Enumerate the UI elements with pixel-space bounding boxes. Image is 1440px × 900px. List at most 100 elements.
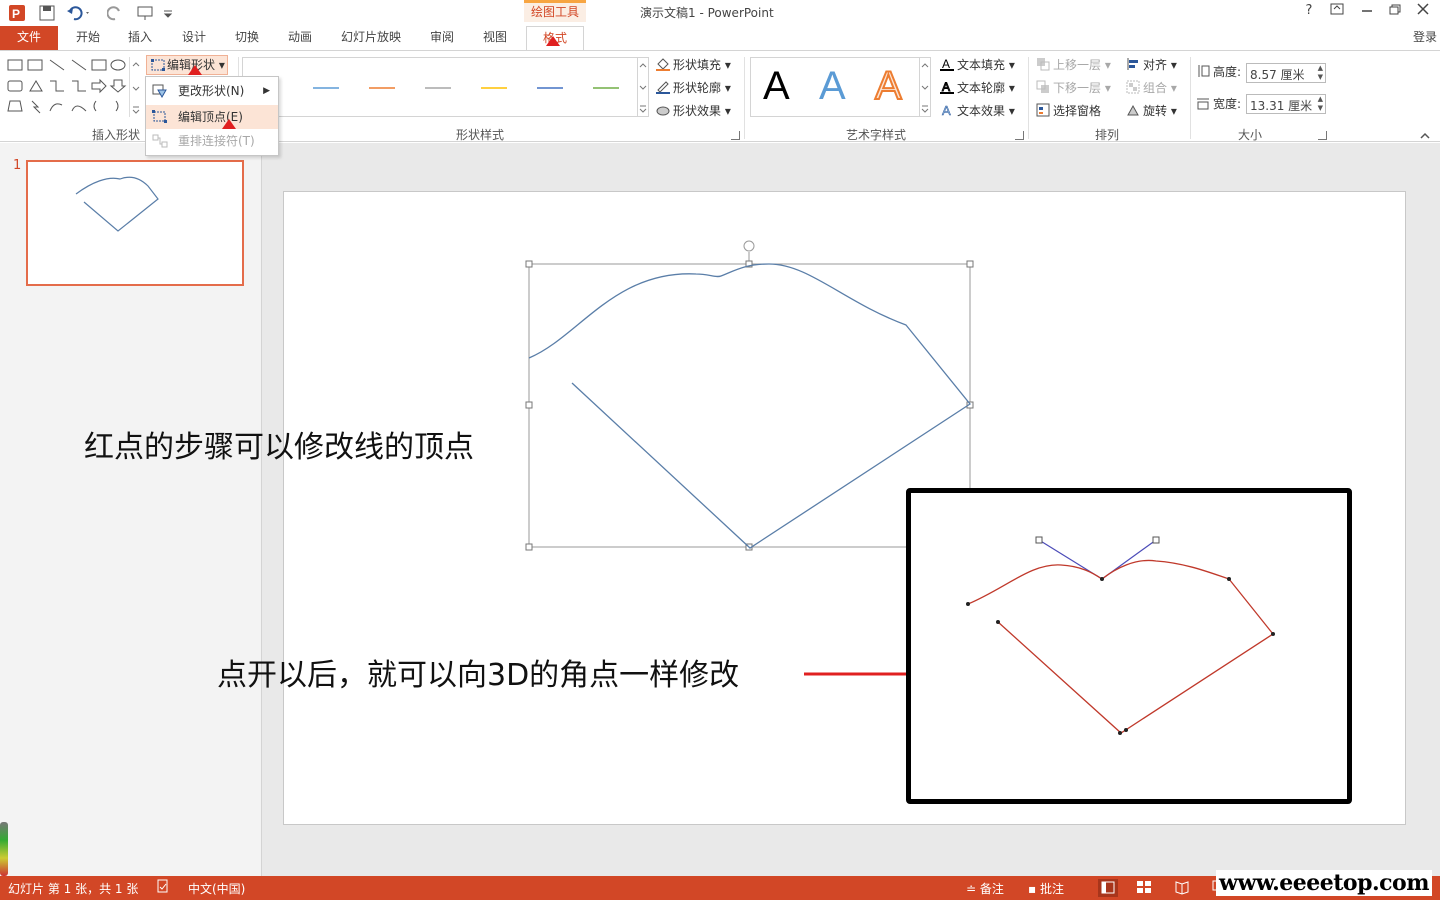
height-label-text: 高度: bbox=[1213, 65, 1242, 79]
tab-home[interactable]: 开始 bbox=[66, 26, 110, 50]
send-backward-button[interactable]: 下移一层 ▾ bbox=[1036, 79, 1111, 97]
comments-label: 批注 bbox=[1039, 882, 1064, 896]
shape-styles-gallery[interactable] bbox=[242, 57, 638, 117]
change-shape-label: 更改形状(N) bbox=[178, 84, 245, 98]
powerpoint-logo-icon: P bbox=[6, 3, 28, 23]
edit-shape-label: 编辑形状 bbox=[167, 58, 216, 72]
menu-change-shape[interactable]: 更改形状(N) ▶ bbox=[146, 79, 278, 103]
rotate-label: 旋转 bbox=[1143, 104, 1168, 118]
tab-design[interactable]: 设计 bbox=[172, 26, 216, 50]
line-style-swatches bbox=[313, 87, 619, 89]
slide-number: 1 bbox=[13, 158, 22, 173]
text-effects-icon: A bbox=[942, 103, 952, 117]
watermark-text: www.eeeetop.com bbox=[1216, 870, 1432, 896]
close-icon[interactable] bbox=[1412, 3, 1434, 21]
slideshow-start-icon[interactable] bbox=[134, 3, 158, 23]
shape-styles-launcher-icon[interactable] bbox=[731, 131, 740, 140]
wordart-style-black[interactable]: A bbox=[763, 64, 790, 109]
text-outline-button[interactable]: A 文本轮廓 ▾ bbox=[940, 79, 1015, 97]
send-backward-label: 下移一层 bbox=[1053, 81, 1102, 95]
slide-thumbnail[interactable] bbox=[26, 160, 244, 286]
ribbon-display-options-icon[interactable] bbox=[1326, 3, 1348, 21]
text-effects-label: 文本效果 bbox=[957, 104, 1006, 118]
svg-text:P: P bbox=[12, 7, 20, 21]
size-launcher-icon[interactable] bbox=[1318, 131, 1327, 140]
group-label: 组合 bbox=[1143, 81, 1168, 95]
bring-forward-label: 上移一层 bbox=[1053, 58, 1102, 72]
wordart-style-blue[interactable]: A bbox=[819, 64, 846, 109]
group-button[interactable]: 组合 ▾ bbox=[1126, 79, 1177, 97]
selection-pane-button[interactable]: 选择窗格 bbox=[1036, 102, 1101, 120]
undo-icon[interactable] bbox=[64, 3, 94, 23]
notes-button[interactable]: ≐ 备注 bbox=[966, 880, 1004, 897]
shapes-gallery-scroll[interactable] bbox=[129, 57, 142, 117]
tab-slideshow[interactable]: 幻灯片放映 bbox=[334, 26, 408, 50]
text-outline-icon: A bbox=[940, 80, 954, 94]
shapes-gallery[interactable] bbox=[6, 57, 132, 117]
tab-transitions[interactable]: 切换 bbox=[225, 26, 269, 50]
edit-points-preview bbox=[966, 536, 1275, 735]
comments-button[interactable]: ▪ 批注 bbox=[1028, 880, 1064, 897]
slide-edit-area: 红点的步骤可以修改线的顶点 点开以后，就可以向3D的角点一样修改 bbox=[84, 143, 1440, 876]
annotation-edit-points-step: 红点的步骤可以修改线的顶点 bbox=[84, 430, 474, 465]
language-indicator[interactable]: 中文(中国) bbox=[188, 880, 245, 897]
tab-view[interactable]: 视图 bbox=[473, 26, 517, 50]
normal-view-icon[interactable] bbox=[1098, 879, 1118, 897]
shape-effects-label: 形状效果 bbox=[673, 104, 722, 118]
vertical-scroll-indicator[interactable] bbox=[0, 822, 8, 876]
width-spinner[interactable]: ▲ ▼ bbox=[1318, 95, 1323, 113]
tab-format[interactable]: 格式 bbox=[526, 26, 584, 50]
tab-review[interactable]: 审阅 bbox=[420, 26, 464, 50]
tab-animations[interactable]: 动画 bbox=[278, 26, 322, 50]
shape-fill-button[interactable]: 形状填充 ▾ bbox=[656, 56, 731, 74]
slide-sorter-icon[interactable] bbox=[1136, 879, 1152, 898]
paint-bucket-icon bbox=[656, 58, 670, 71]
tab-insert[interactable]: 插入 bbox=[118, 26, 162, 50]
shape-outline-label: 形状轮廓 bbox=[673, 81, 722, 95]
restore-icon[interactable] bbox=[1384, 3, 1406, 21]
bring-forward-icon bbox=[1037, 58, 1050, 71]
wordart-scroll[interactable] bbox=[919, 57, 931, 117]
width-icon bbox=[1197, 98, 1209, 110]
qat-customize-icon[interactable] bbox=[162, 3, 174, 23]
tab-file[interactable]: 文件 bbox=[0, 26, 58, 50]
text-fill-button[interactable]: A 文本填充 ▾ bbox=[940, 56, 1015, 74]
bring-forward-button[interactable]: 上移一层 ▾ bbox=[1036, 56, 1111, 74]
edit-points-inset bbox=[906, 488, 1352, 804]
width-input[interactable]: 13.31 厘米 ▲ ▼ bbox=[1246, 94, 1326, 114]
redo-icon[interactable] bbox=[104, 3, 126, 23]
text-effects-button[interactable]: A 文本效果 ▾ bbox=[940, 102, 1015, 120]
change-shape-icon bbox=[152, 84, 167, 98]
height-spinner[interactable]: ▲ ▼ bbox=[1318, 64, 1323, 82]
shape-effects-button[interactable]: 形状效果 ▾ bbox=[656, 102, 731, 120]
pencil-icon bbox=[656, 81, 670, 94]
shape-outline-button[interactable]: 形状轮廓 ▾ bbox=[656, 79, 731, 97]
align-button[interactable]: 对齐 ▾ bbox=[1126, 56, 1177, 74]
selection-pane-label: 选择窗格 bbox=[1053, 104, 1102, 118]
wordart-launcher-icon[interactable] bbox=[1015, 131, 1024, 140]
edit-shape-button[interactable]: 编辑形状 ▾ bbox=[146, 55, 228, 75]
minimize-icon[interactable] bbox=[1356, 3, 1378, 21]
wordart-group-label: 艺术字样式 bbox=[846, 128, 907, 142]
save-icon[interactable] bbox=[36, 3, 58, 23]
align-label: 对齐 bbox=[1143, 58, 1168, 72]
slide-thumbnail-pane: 1 bbox=[0, 143, 262, 876]
rotate-button[interactable]: 旋转 ▾ bbox=[1126, 102, 1177, 120]
spellcheck-icon[interactable] bbox=[156, 879, 170, 896]
wordart-gallery[interactable]: A A A bbox=[750, 57, 920, 117]
height-input[interactable]: 8.57 厘米 ▲ ▼ bbox=[1246, 63, 1326, 83]
annotation-corner-points: 点开以后，就可以向3D的角点一样修改 bbox=[217, 658, 740, 693]
svg-text:A: A bbox=[942, 103, 951, 117]
help-button[interactable]: ? bbox=[1298, 3, 1320, 21]
reading-view-icon[interactable] bbox=[1174, 879, 1190, 898]
login-link[interactable]: 登录 bbox=[1410, 26, 1440, 50]
collapse-ribbon-icon[interactable] bbox=[1420, 129, 1430, 143]
text-fill-label: 文本填充 bbox=[957, 58, 1006, 72]
slide-canvas[interactable]: 红点的步骤可以修改线的顶点 点开以后，就可以向3D的角点一样修改 bbox=[84, 191, 1406, 825]
menu-edit-points[interactable]: 编辑顶点(E) bbox=[146, 105, 278, 129]
svg-text:A: A bbox=[942, 80, 950, 94]
width-label-text: 宽度: bbox=[1213, 97, 1242, 111]
wordart-style-orange[interactable]: A bbox=[874, 63, 903, 109]
shape-styles-scroll[interactable] bbox=[637, 57, 649, 117]
height-value: 8.57 厘米 bbox=[1250, 68, 1305, 82]
